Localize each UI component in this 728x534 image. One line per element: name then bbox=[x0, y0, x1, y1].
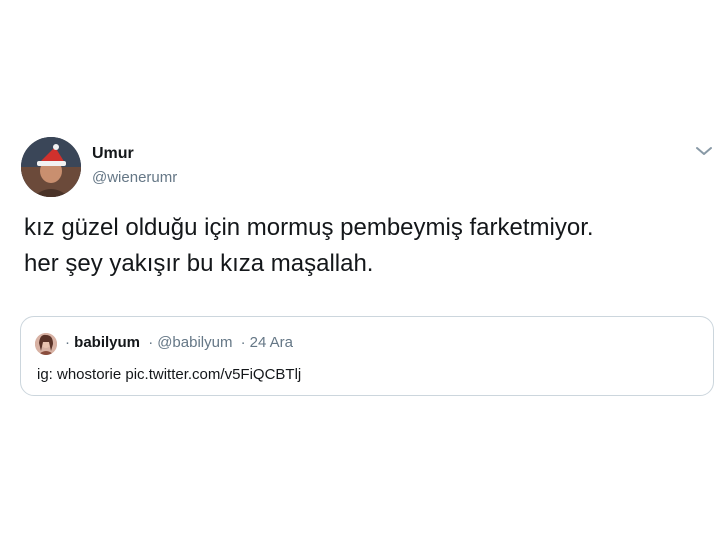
quoted-author-avatar[interactable] bbox=[35, 333, 57, 355]
author-avatar[interactable] bbox=[21, 137, 81, 197]
author-handle[interactable]: @wienerumr bbox=[92, 169, 177, 186]
quoted-tweet-text: ig: whostorie pic.twitter.com/v5FiQCBTlj bbox=[37, 366, 302, 383]
quoted-date[interactable]: 24 Ara bbox=[250, 334, 293, 351]
user-avatar-icon bbox=[35, 333, 57, 355]
tweet-text-line: her şey yakışır bu kıza maşallah. bbox=[24, 250, 374, 277]
quoted-author-handle[interactable]: @babilyum bbox=[157, 334, 232, 351]
separator-dot: · bbox=[148, 334, 154, 351]
quoted-tweet-header: · babilyum · @babilyum · 24 Ara bbox=[65, 334, 293, 351]
tweet-text-line: kız güzel olduğu için mormuş pembeymiş f… bbox=[24, 214, 594, 241]
quoted-prefix-dot: · bbox=[65, 334, 70, 351]
quoted-tweet[interactable]: · babilyum · @babilyum · 24 Ara ig: whosto… bbox=[20, 316, 714, 396]
author-name[interactable]: Umur bbox=[92, 145, 134, 163]
user-avatar-icon bbox=[21, 137, 81, 197]
chevron-down-icon[interactable] bbox=[694, 144, 714, 158]
quoted-author-name[interactable]: babilyum bbox=[74, 334, 140, 351]
tweet-card: Umur @wienerumr kız güzel olduğu için mo… bbox=[0, 0, 728, 534]
separator-dot: · bbox=[240, 334, 246, 351]
tweet-text: kız güzel olduğu için mormuş pembeymiş f… bbox=[24, 210, 714, 282]
